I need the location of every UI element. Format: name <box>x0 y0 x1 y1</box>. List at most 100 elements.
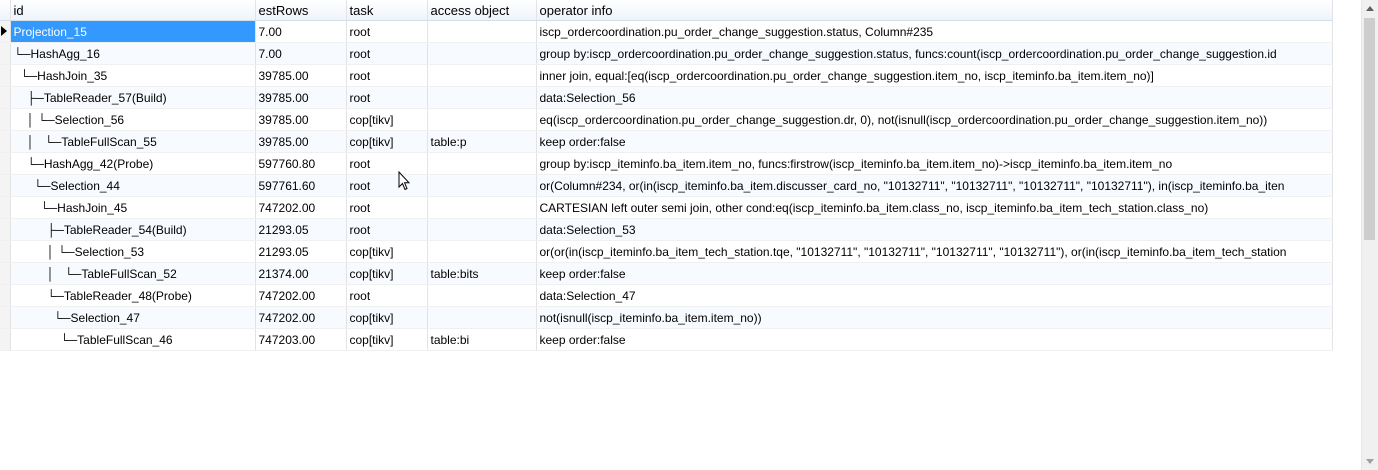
cell-access-object[interactable] <box>427 64 537 87</box>
cell-id[interactable]: └─Selection_44 <box>10 174 256 197</box>
cell-task[interactable]: root <box>346 86 428 109</box>
cell-task[interactable]: root <box>346 20 428 43</box>
result-grid[interactable]: id estRows task access object operator i… <box>0 0 1362 470</box>
cell-operator-info[interactable]: group by:iscp_ordercoordination.pu_order… <box>536 42 1333 65</box>
cell-id[interactable]: │ └─Selection_56 <box>10 108 256 131</box>
cell-access-object[interactable] <box>427 174 537 197</box>
cell-task[interactable]: root <box>346 42 428 65</box>
cell-id[interactable]: Projection_15 <box>10 20 256 43</box>
column-header-access-object[interactable]: access object <box>427 0 537 21</box>
cell-operator-info[interactable]: data:Selection_53 <box>536 218 1333 241</box>
table-row[interactable]: └─TableFullScan_46 747203.00 cop[tikv] tabl… <box>0 328 1333 351</box>
scroll-down-arrow-icon[interactable] <box>1366 459 1374 464</box>
cell-access-object[interactable] <box>427 306 537 329</box>
cell-task[interactable]: root <box>346 152 428 175</box>
cell-access-object[interactable]: table:bi <box>427 328 537 351</box>
scroll-up-arrow-icon[interactable] <box>1366 6 1374 11</box>
cell-access-object[interactable] <box>427 284 537 307</box>
table-row[interactable]: └─Selection_47 747202.00 cop[tikv] not(isnu… <box>0 306 1333 329</box>
cell-estrows[interactable]: 39785.00 <box>255 86 347 109</box>
cell-access-object[interactable] <box>427 86 537 109</box>
column-header-task[interactable]: task <box>346 0 428 21</box>
cell-access-object[interactable]: table:p <box>427 130 537 153</box>
cell-task[interactable]: root <box>346 284 428 307</box>
cell-id[interactable]: │ └─TableFullScan_52 <box>10 262 256 285</box>
row-header[interactable] <box>0 284 11 307</box>
cell-operator-info[interactable]: keep order:false <box>536 262 1333 285</box>
cell-operator-info[interactable]: keep order:false <box>536 328 1333 351</box>
row-header[interactable] <box>0 196 11 219</box>
cell-operator-info[interactable]: eq(iscp_ordercoordination.pu_order_chang… <box>536 108 1333 131</box>
cell-estrows[interactable]: 39785.00 <box>255 64 347 87</box>
table-row[interactable]: │ └─TableFullScan_52 21374.00 cop[tikv] tab… <box>0 262 1333 285</box>
row-header[interactable] <box>0 20 11 43</box>
row-header[interactable] <box>0 262 11 285</box>
table-row[interactable]: │ └─Selection_53 21293.05 cop[tikv] or(or(i… <box>0 240 1333 263</box>
row-header[interactable] <box>0 108 11 131</box>
cell-operator-info[interactable]: data:Selection_56 <box>536 86 1333 109</box>
row-header[interactable] <box>0 64 11 87</box>
cell-task[interactable]: root <box>346 64 428 87</box>
row-header[interactable] <box>0 130 11 153</box>
row-header[interactable] <box>0 152 11 175</box>
cell-operator-info[interactable]: or(Column#234, or(in(iscp_iteminfo.ba_it… <box>536 174 1333 197</box>
cell-task[interactable]: cop[tikv] <box>346 240 428 263</box>
cell-access-object[interactable] <box>427 42 537 65</box>
cell-operator-info[interactable]: or(or(in(iscp_iteminfo.ba_item_tech_stat… <box>536 240 1333 263</box>
cell-operator-info[interactable]: not(isnull(iscp_iteminfo.ba_item.item_no… <box>536 306 1333 329</box>
cell-access-object[interactable] <box>427 152 537 175</box>
column-header-estrows[interactable]: estRows <box>255 0 347 21</box>
cell-estrows[interactable]: 7.00 <box>255 42 347 65</box>
row-header[interactable] <box>0 86 11 109</box>
cell-estrows[interactable]: 39785.00 <box>255 108 347 131</box>
cell-estrows[interactable]: 39785.00 <box>255 130 347 153</box>
cell-estrows[interactable]: 747203.00 <box>255 328 347 351</box>
scrollbar-thumb[interactable] <box>1364 18 1375 240</box>
row-header[interactable] <box>0 174 11 197</box>
cell-access-object[interactable]: table:bits <box>427 262 537 285</box>
table-row[interactable]: └─HashAgg_42(Probe) 597760.80 root group by… <box>0 152 1333 175</box>
cell-operator-info[interactable]: CARTESIAN left outer semi join, other co… <box>536 196 1333 219</box>
column-header-id[interactable]: id <box>10 0 256 21</box>
cell-estrows[interactable]: 747202.00 <box>255 196 347 219</box>
vertical-scrollbar[interactable] <box>1361 0 1378 470</box>
cell-task[interactable]: cop[tikv] <box>346 262 428 285</box>
row-header[interactable] <box>0 42 11 65</box>
cell-task[interactable]: root <box>346 174 428 197</box>
cell-estrows[interactable]: 747202.00 <box>255 306 347 329</box>
cell-task[interactable]: cop[tikv] <box>346 108 428 131</box>
row-header[interactable] <box>0 306 11 329</box>
cell-task[interactable]: cop[tikv] <box>346 130 428 153</box>
cell-task[interactable]: cop[tikv] <box>346 306 428 329</box>
cell-id[interactable]: │ └─Selection_53 <box>10 240 256 263</box>
cell-estrows[interactable]: 7.00 <box>255 20 347 43</box>
table-row[interactable]: ├─TableReader_54(Build) 21293.05 root data:… <box>0 218 1333 241</box>
cell-access-object[interactable] <box>427 240 537 263</box>
cell-id[interactable]: └─HashJoin_35 <box>10 64 256 87</box>
table-row[interactable]: │ └─TableFullScan_55 39785.00 cop[tikv] tab… <box>0 130 1333 153</box>
cell-id[interactable]: └─Selection_47 <box>10 306 256 329</box>
row-header[interactable] <box>0 328 11 351</box>
table-row[interactable]: │ └─Selection_56 39785.00 cop[tikv] eq(iscp… <box>0 108 1333 131</box>
table-row[interactable]: └─HashJoin_35 39785.00 root inner join, equ… <box>0 64 1333 87</box>
cell-id[interactable]: └─HashAgg_16 <box>10 42 256 65</box>
cell-access-object[interactable] <box>427 20 537 43</box>
cell-id[interactable]: └─HashJoin_45 <box>10 196 256 219</box>
table-row[interactable]: └─Selection_44 597761.60 root or(Column#234… <box>0 174 1333 197</box>
cell-task[interactable]: root <box>346 218 428 241</box>
cell-estrows[interactable]: 597761.60 <box>255 174 347 197</box>
cell-access-object[interactable] <box>427 108 537 131</box>
row-header[interactable] <box>0 240 11 263</box>
cell-task[interactable]: root <box>346 196 428 219</box>
table-row[interactable]: └─HashJoin_45 747202.00 root CARTESIAN left… <box>0 196 1333 219</box>
cell-operator-info[interactable]: data:Selection_47 <box>536 284 1333 307</box>
cell-estrows[interactable]: 21293.05 <box>255 240 347 263</box>
cell-operator-info[interactable]: keep order:false <box>536 130 1333 153</box>
row-header[interactable] <box>0 218 11 241</box>
cell-access-object[interactable] <box>427 218 537 241</box>
cell-estrows[interactable]: 747202.00 <box>255 284 347 307</box>
cell-operator-info[interactable]: inner join, equal:[eq(iscp_ordercoordina… <box>536 64 1333 87</box>
cell-id[interactable]: └─TableFullScan_46 <box>10 328 256 351</box>
table-row[interactable]: ├─TableReader_57(Build) 39785.00 root data:… <box>0 86 1333 109</box>
table-row[interactable]: └─HashAgg_16 7.00 root group by:iscp_orderc… <box>0 42 1333 65</box>
